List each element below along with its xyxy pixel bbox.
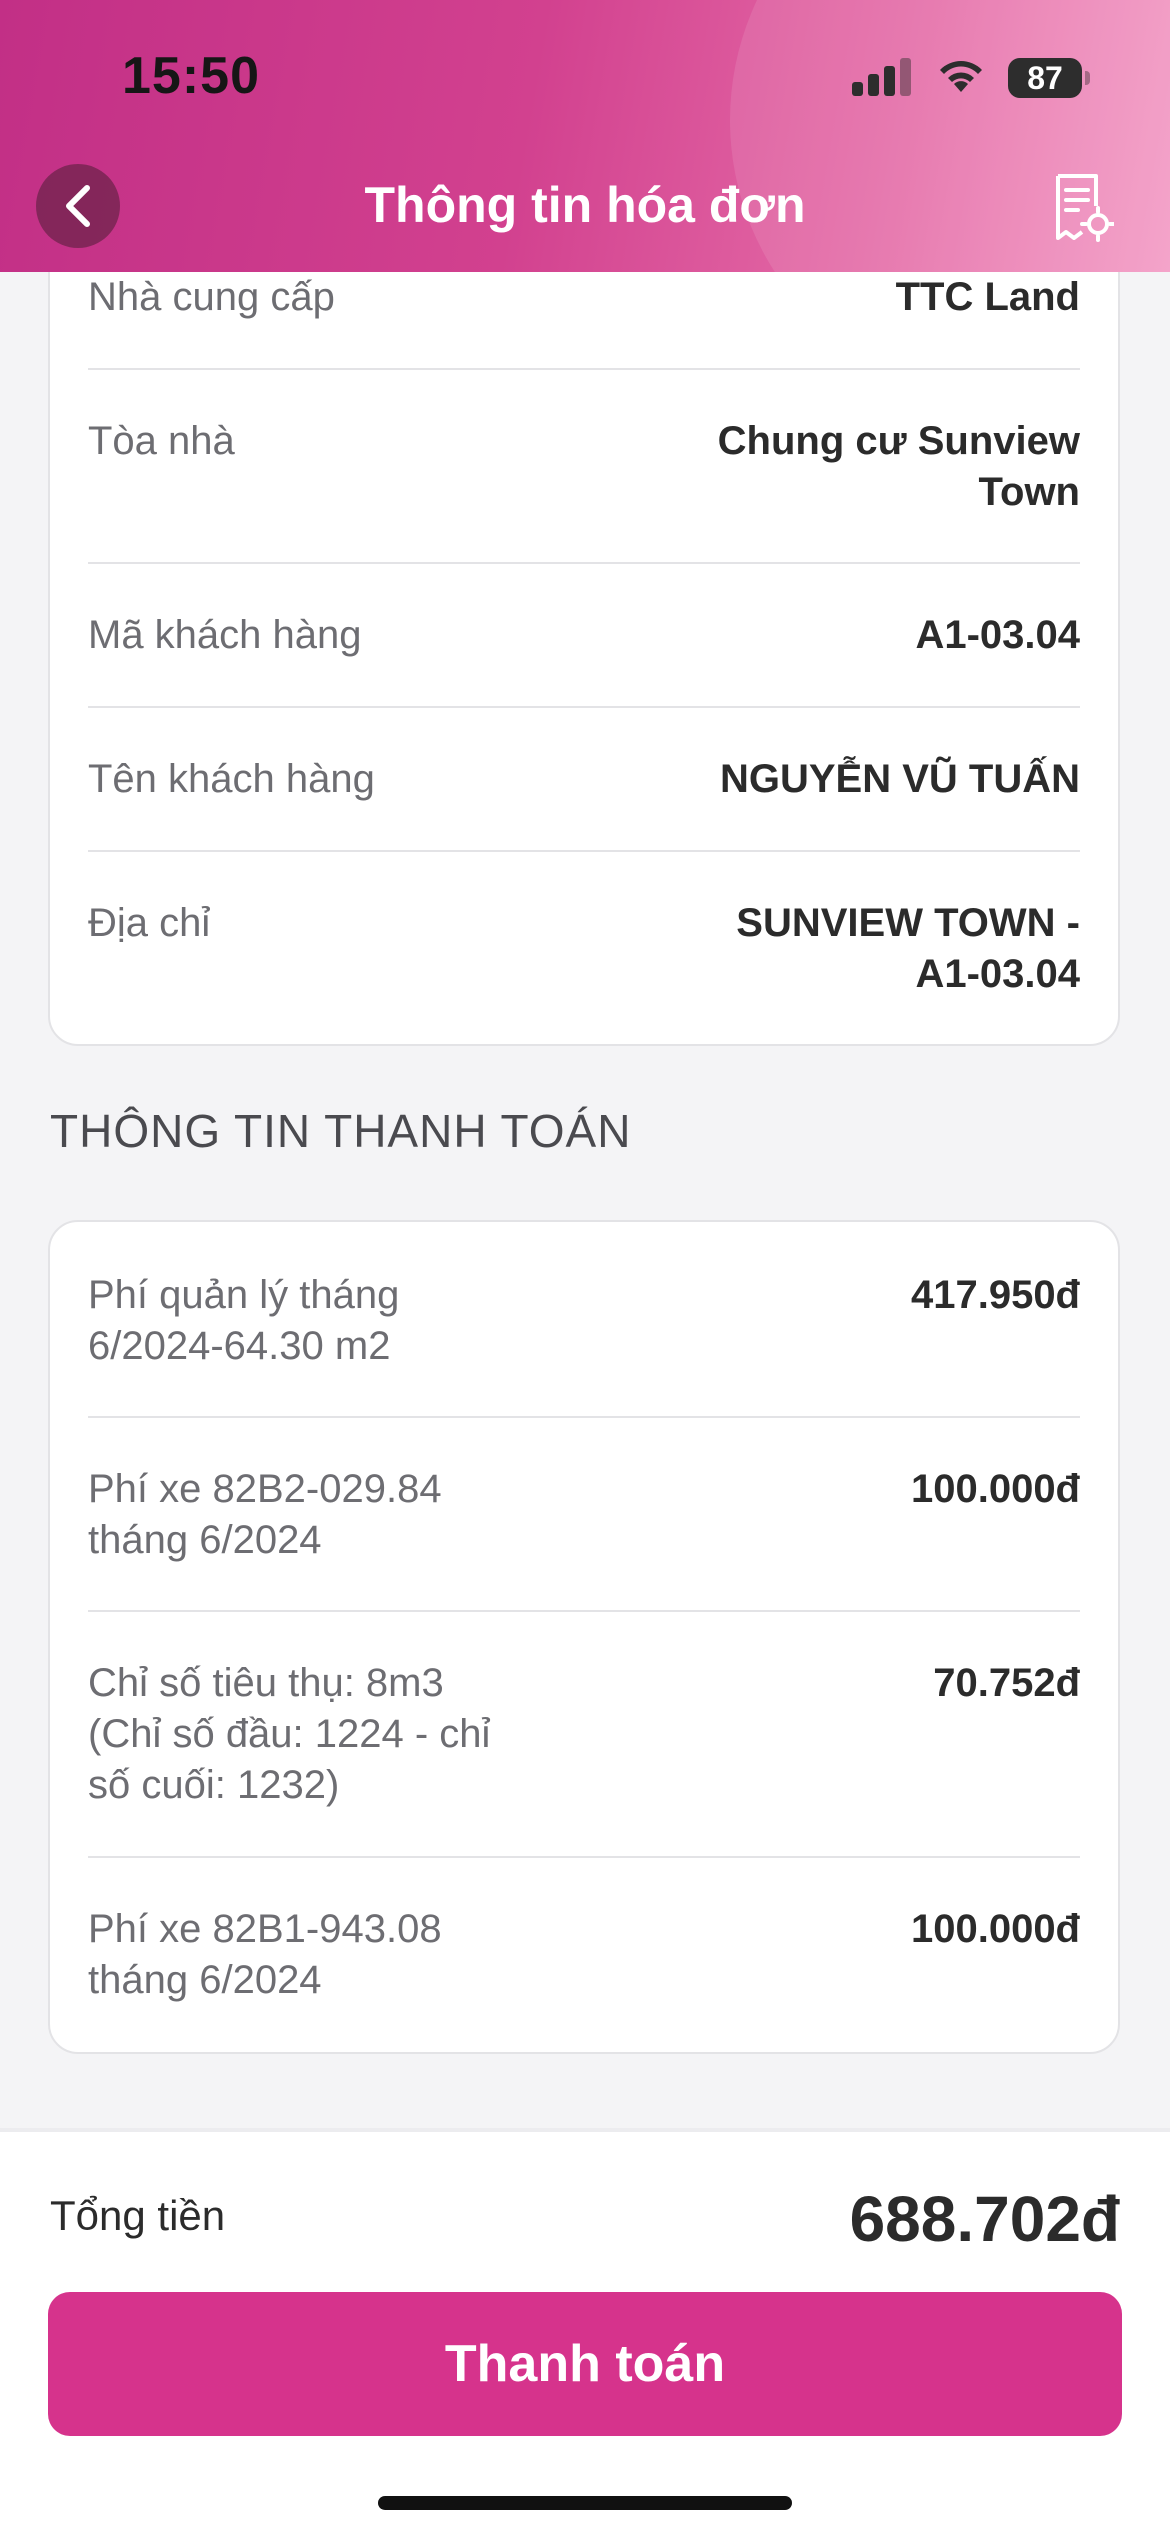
payment-item-line: Phí xe 82B1-943.08 xyxy=(88,1907,442,1951)
payment-item-amount: 417.950đ xyxy=(910,1273,1080,1317)
customer-name-label: Tên khách hàng xyxy=(88,757,375,801)
address-value-line1: SUNVIEW TOWN - xyxy=(736,901,1080,945)
address-value: SUNVIEW TOWN - A1-03.04 xyxy=(736,898,1080,1000)
payment-item-line: Chỉ số tiêu thụ: 8m3 xyxy=(88,1661,444,1705)
payment-item-label: Chỉ số tiêu thụ: 8m3 (Chỉ số đầu: 1224 -… xyxy=(88,1658,490,1811)
payment-item-label: Phí xe 82B1-943.08 tháng 6/2024 xyxy=(88,1904,442,2006)
status-time: 15:50 xyxy=(122,47,260,105)
payment-item-line: số cuối: 1232) xyxy=(88,1763,340,1807)
divider xyxy=(88,706,1080,708)
app-header: 15:50 87 Thông tin hóa đơn xyxy=(0,0,1170,272)
building-value-line2: Town xyxy=(978,470,1080,514)
customer-code-value: A1-03.04 xyxy=(915,613,1080,657)
invoice-info-card: Nhà cung cấp TTC Land Tòa nhà Chung cư S… xyxy=(48,210,1120,1046)
payment-item-label: Phí quản lý tháng 6/2024-64.30 m2 xyxy=(88,1270,399,1372)
total-value: 688.702đ xyxy=(849,2183,1120,2255)
divider xyxy=(88,1416,1080,1418)
total-label: Tổng tiền xyxy=(50,2192,226,2239)
checkout-footer: Tổng tiền 688.702đ Thanh toán xyxy=(0,2128,1170,2536)
payment-item-label: Phí xe 82B2-029.84 tháng 6/2024 xyxy=(88,1464,442,1566)
page-title: Thông tin hóa đơn xyxy=(364,177,806,233)
home-indicator xyxy=(378,2496,792,2510)
pay-button[interactable]: Thanh toán xyxy=(48,2292,1122,2436)
divider xyxy=(88,1856,1080,1858)
divider xyxy=(88,850,1080,852)
payment-item-line: tháng 6/2024 xyxy=(88,1518,322,1562)
address-value-line2: A1-03.04 xyxy=(915,952,1080,996)
receipt-settings-icon[interactable] xyxy=(1052,172,1114,244)
divider xyxy=(88,368,1080,370)
payment-info-card: Phí quản lý tháng 6/2024-64.30 m2 417.95… xyxy=(48,1220,1120,2054)
payment-item-amount: 100.000đ xyxy=(910,1907,1080,1951)
payment-item-line: Phí quản lý tháng xyxy=(88,1273,400,1317)
payment-item-line: 6/2024-64.30 m2 xyxy=(88,1324,391,1368)
payment-item-amount: 100.000đ xyxy=(910,1467,1080,1511)
address-label: Địa chỉ xyxy=(88,901,211,945)
building-label: Tòa nhà xyxy=(88,419,235,463)
payment-item-line: tháng 6/2024 xyxy=(88,1958,322,2002)
signal-icon xyxy=(852,58,911,96)
battery-icon: 87 xyxy=(1008,58,1090,98)
provider-value: TTC Land xyxy=(895,275,1080,319)
customer-name-value: NGUYỄN VŨ TUẤN xyxy=(719,757,1080,801)
customer-code-label: Mã khách hàng xyxy=(88,613,362,657)
wifi-icon xyxy=(940,61,982,92)
payment-item-line: (Chỉ số đầu: 1224 - chỉ xyxy=(88,1712,491,1756)
building-value-line1: Chung cư Sunview xyxy=(717,419,1080,463)
building-value: Chung cư Sunview Town xyxy=(718,416,1080,518)
payment-item-line: Phí xe 82B2-029.84 xyxy=(88,1467,442,1511)
provider-label: Nhà cung cấp xyxy=(88,275,335,319)
payment-item-amount: 70.752đ xyxy=(933,1661,1080,1705)
payment-section-title: THÔNG TIN THANH TOÁN xyxy=(50,1105,632,1157)
divider xyxy=(88,562,1080,564)
divider xyxy=(88,1610,1080,1612)
